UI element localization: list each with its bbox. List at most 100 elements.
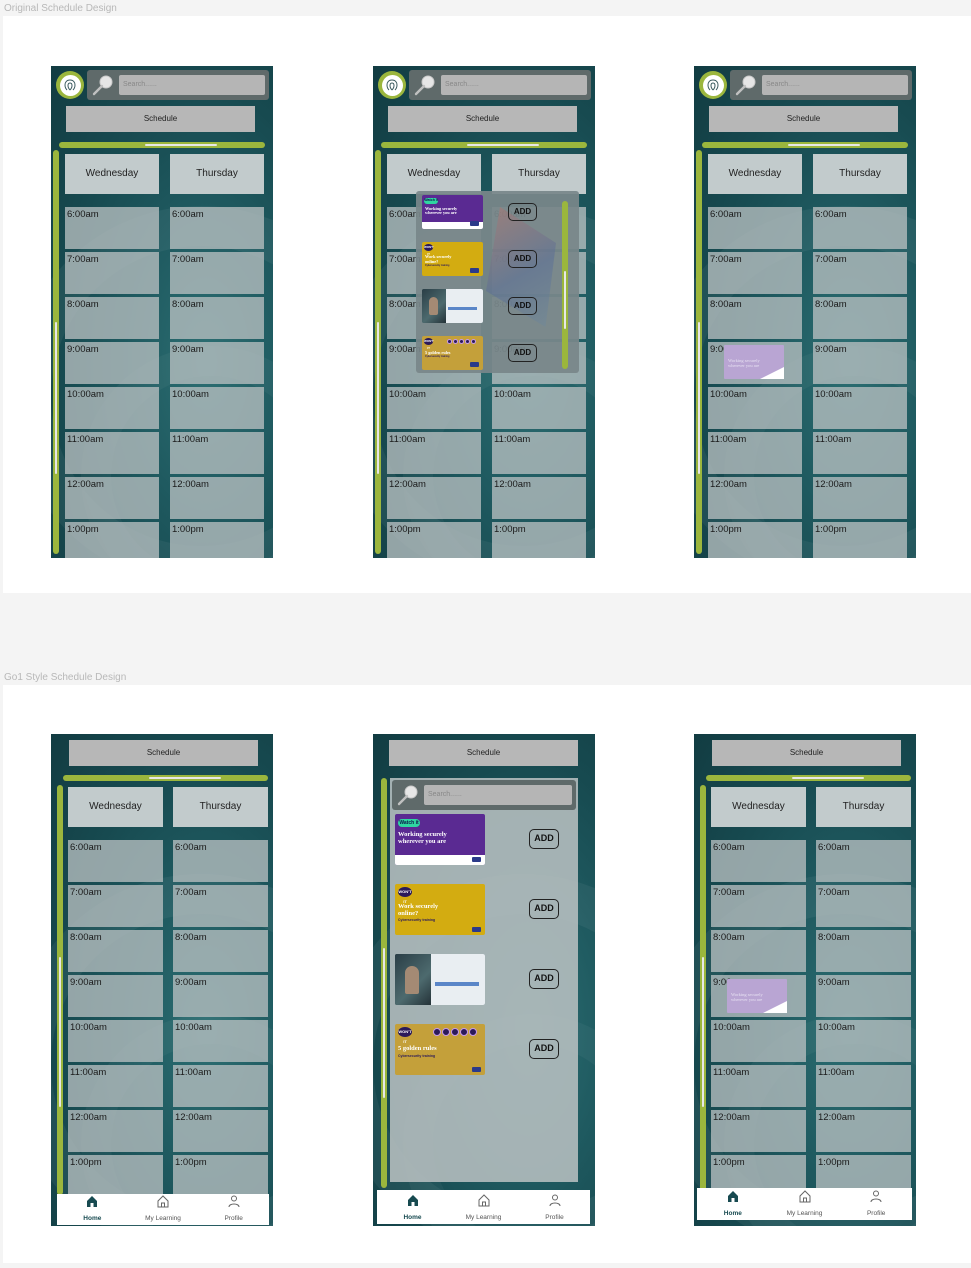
time-slot[interactable]: 12:00am [173, 1110, 268, 1152]
course-card[interactable]: WON'T IT 5 golden rules Cybersecurity trai… [395, 1024, 485, 1075]
course-card[interactable]: WON'T IT Work securely online? Cybersecuri… [422, 242, 483, 276]
nav-item-my-learning[interactable]: My Learning [769, 1188, 841, 1220]
profile-button[interactable] [378, 71, 406, 99]
nav-item-home[interactable]: Home [697, 1188, 769, 1220]
time-slot[interactable]: 8:00am [813, 297, 907, 339]
time-slot[interactable]: 11:00am [65, 432, 159, 474]
scrollbar-thumb[interactable] [149, 777, 221, 779]
scrollbar-thumb[interactable] [698, 322, 700, 474]
time-slot[interactable]: 12:00am [813, 477, 907, 519]
nav-item-profile[interactable]: Profile [840, 1188, 912, 1220]
scrollbar-thumb[interactable] [145, 144, 217, 146]
horizontal-scrollbar[interactable] [59, 142, 265, 148]
search-bar[interactable]: Search...... [87, 70, 269, 100]
add-course-button[interactable]: ADD [508, 297, 537, 315]
time-slot[interactable]: 8:00am [68, 930, 163, 972]
schedule-button[interactable]: Schedule [66, 106, 255, 132]
course-card[interactable]: WON'T IT Work securely online? Cybersecuri… [395, 884, 485, 935]
search-bar[interactable]: Search...... [392, 780, 576, 810]
nav-item-home[interactable]: Home [57, 1194, 128, 1225]
time-slot[interactable]: 11:00am [816, 1065, 911, 1107]
time-slot[interactable]: 6:00am [816, 840, 911, 882]
time-slot[interactable]: 7:00am [708, 252, 802, 294]
time-slot[interactable]: 1:00pm [387, 522, 481, 558]
time-slot[interactable]: 1:00pm [173, 1155, 268, 1194]
time-slot[interactable]: 11:00am [173, 1065, 268, 1107]
time-slot[interactable]: 7:00am [813, 252, 907, 294]
time-slot[interactable]: 10:00am [711, 1020, 806, 1062]
time-slot[interactable]: 11:00am [170, 432, 264, 474]
time-slot[interactable]: 6:00am [68, 840, 163, 882]
scheduled-course-card[interactable]: Working securely wherever you are [727, 979, 787, 1013]
time-slot[interactable]: 1:00pm [65, 522, 159, 558]
horizontal-scrollbar[interactable] [63, 775, 268, 781]
schedule-button[interactable]: Schedule [389, 740, 578, 766]
nav-item-my-learning[interactable]: My Learning [448, 1190, 519, 1224]
time-slot[interactable]: 11:00am [68, 1065, 163, 1107]
scheduled-course-card[interactable]: Working securely wherever you are [724, 345, 784, 379]
time-slot[interactable]: 12:00am [68, 1110, 163, 1152]
nav-item-my-learning[interactable]: My Learning [128, 1194, 199, 1225]
time-slot[interactable]: 7:00am [816, 885, 911, 927]
time-slot[interactable]: 9:00am [68, 975, 163, 1017]
time-slot[interactable]: 10:00am [708, 387, 802, 429]
time-slot[interactable]: 8:00am [173, 930, 268, 972]
time-slot[interactable]: 1:00pm [492, 522, 586, 558]
course-card[interactable]: Watch it Working securely wherever you ar… [395, 814, 485, 865]
popup-scrollbar[interactable] [562, 201, 568, 369]
add-course-button[interactable]: ADD [529, 899, 559, 919]
time-slot[interactable]: 9:00am [173, 975, 268, 1017]
time-slot[interactable]: 6:00am [65, 207, 159, 249]
search-bar[interactable]: Search...... [730, 70, 912, 100]
time-slot[interactable]: 11:00am [387, 432, 481, 474]
time-slot[interactable]: 9:00am [816, 975, 911, 1017]
time-slot[interactable]: 7:00am [170, 252, 264, 294]
nav-item-profile[interactable]: Profile [198, 1194, 269, 1225]
time-slot[interactable]: 6:00am [711, 840, 806, 882]
scrollbar-thumb[interactable] [792, 777, 864, 779]
search-input[interactable]: Search...... [119, 75, 265, 95]
time-slot[interactable]: 11:00am [708, 432, 802, 474]
search-input[interactable]: Search...... [441, 75, 587, 95]
time-slot[interactable]: 6:00am [173, 840, 268, 882]
add-course-button[interactable]: ADD [529, 1039, 559, 1059]
time-slot[interactable]: 8:00am [65, 297, 159, 339]
nav-item-profile[interactable]: Profile [519, 1190, 590, 1224]
add-course-button[interactable]: ADD [529, 829, 559, 849]
time-slot[interactable]: 10:00am [68, 1020, 163, 1062]
schedule-button[interactable]: Schedule [388, 106, 577, 132]
scrollbar-thumb[interactable] [55, 322, 57, 474]
time-slot[interactable]: 10:00am [65, 387, 159, 429]
schedule-button[interactable]: Schedule [709, 106, 898, 132]
time-slot[interactable]: 8:00am [816, 930, 911, 972]
time-slot[interactable]: 10:00am [387, 387, 481, 429]
scrollbar-thumb[interactable] [467, 144, 539, 146]
course-card[interactable]: WON'T IT 5 golden rules Cybersecurity trai… [422, 336, 483, 370]
scrollbar-thumb[interactable] [377, 322, 379, 474]
course-card[interactable] [395, 954, 485, 1005]
profile-button[interactable] [56, 71, 84, 99]
time-slot[interactable]: 1:00pm [68, 1155, 163, 1194]
time-slot[interactable]: 8:00am [711, 930, 806, 972]
time-slot[interactable]: 12:00am [492, 477, 586, 519]
vertical-scrollbar[interactable] [53, 150, 59, 554]
time-slot[interactable]: 6:00am [813, 207, 907, 249]
course-card[interactable]: Watch it Working securely wherever you ar… [422, 195, 483, 229]
search-bar[interactable]: Search...... [409, 70, 591, 100]
schedule-button[interactable]: Schedule [69, 740, 258, 766]
vertical-scrollbar[interactable] [381, 778, 387, 1188]
time-slot[interactable]: 9:00am [65, 342, 159, 384]
time-slot[interactable]: 10:00am [816, 1020, 911, 1062]
time-slot[interactable]: 12:00am [711, 1110, 806, 1152]
time-slot[interactable]: 12:00am [816, 1110, 911, 1152]
time-slot[interactable]: 7:00am [68, 885, 163, 927]
vertical-scrollbar[interactable] [700, 785, 706, 1195]
add-course-button[interactable]: ADD [508, 250, 537, 268]
scrollbar-thumb[interactable] [702, 957, 704, 1107]
time-slot[interactable]: 6:00am [708, 207, 802, 249]
time-slot[interactable]: 10:00am [170, 387, 264, 429]
time-slot[interactable]: 10:00am [173, 1020, 268, 1062]
scrollbar-thumb[interactable] [788, 144, 860, 146]
add-course-button[interactable]: ADD [508, 344, 537, 362]
time-slot[interactable]: 8:00am [708, 297, 802, 339]
